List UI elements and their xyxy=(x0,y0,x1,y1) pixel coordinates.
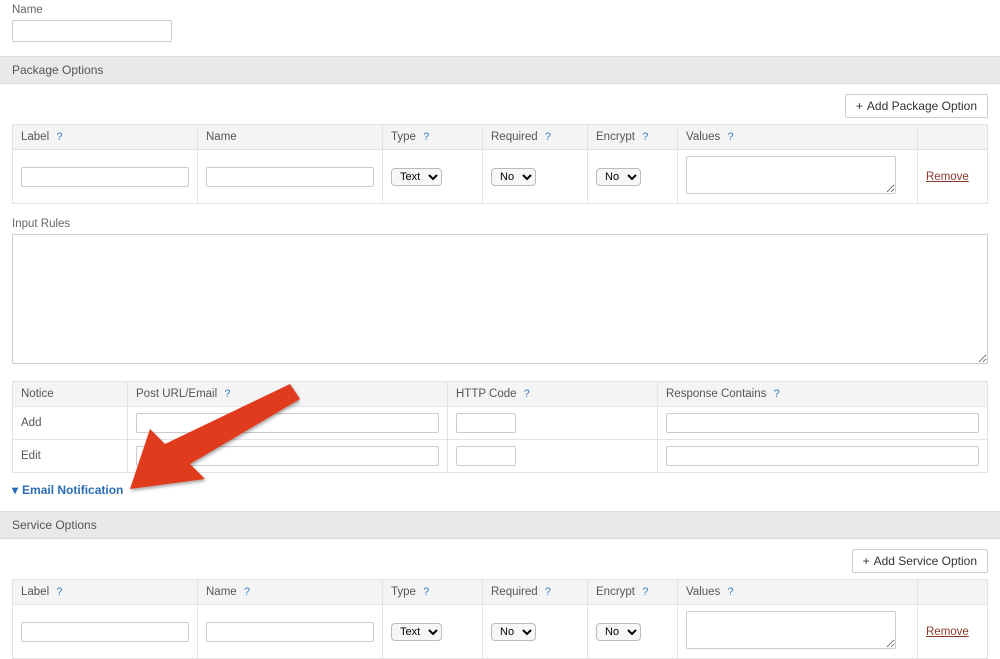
svc-encrypt-select[interactable]: No xyxy=(596,623,641,641)
table-header-row: Label ? Name Type ? Required ? Encrypt ?… xyxy=(13,125,988,150)
pkg-values-textarea[interactable] xyxy=(686,156,896,194)
col-name: Name xyxy=(206,131,237,143)
table-row: Text No No Remove xyxy=(13,150,988,204)
table-header-row: Label ? Name ? Type ? Required ? Encrypt… xyxy=(13,580,988,605)
col-values: Values xyxy=(686,586,720,598)
col-encrypt: Encrypt xyxy=(596,586,635,598)
help-icon[interactable]: ? xyxy=(224,388,230,400)
svc-type-select[interactable]: Text xyxy=(391,623,442,641)
col-http-code: HTTP Code xyxy=(456,388,517,400)
pkg-type-select[interactable]: Text xyxy=(391,168,442,186)
help-icon[interactable]: ? xyxy=(56,586,62,598)
service-options-header: Service Options xyxy=(0,511,1000,539)
add-package-option-label: Add Package Option xyxy=(867,99,977,113)
notice-add-label: Add xyxy=(13,407,128,440)
col-name: Name xyxy=(206,586,237,598)
notice-edit-label: Edit xyxy=(13,440,128,473)
caret-down-icon: ▾ xyxy=(12,483,18,497)
name-label: Name xyxy=(12,4,988,16)
help-icon[interactable]: ? xyxy=(423,586,429,598)
table-row: Add xyxy=(13,407,988,440)
add-service-option-button[interactable]: + Add Service Option xyxy=(852,549,988,573)
plus-icon: + xyxy=(863,554,870,568)
add-response-contains-input[interactable] xyxy=(666,413,979,433)
help-icon[interactable]: ? xyxy=(642,586,648,598)
col-notice: Notice xyxy=(21,388,54,400)
edit-http-code-input[interactable] xyxy=(456,446,516,466)
add-http-code-input[interactable] xyxy=(456,413,516,433)
pkg-name-input[interactable] xyxy=(206,167,374,187)
plus-icon: + xyxy=(856,99,863,113)
col-label: Label xyxy=(21,586,49,598)
pkg-remove-link[interactable]: Remove xyxy=(926,171,969,183)
help-icon[interactable]: ? xyxy=(728,131,734,143)
help-icon[interactable]: ? xyxy=(728,586,734,598)
col-response-contains: Response Contains xyxy=(666,388,766,400)
notice-table: Notice Post URL/Email ? HTTP Code ? Resp… xyxy=(12,381,988,473)
table-row: Edit xyxy=(13,440,988,473)
email-notification-label: Email Notification xyxy=(22,483,123,497)
pkg-required-select[interactable]: No xyxy=(491,168,536,186)
svc-remove-link[interactable]: Remove xyxy=(926,626,969,638)
col-values: Values xyxy=(686,131,720,143)
pkg-label-input[interactable] xyxy=(21,167,189,187)
help-icon[interactable]: ? xyxy=(545,586,551,598)
help-icon[interactable]: ? xyxy=(774,388,780,400)
table-header-row: Notice Post URL/Email ? HTTP Code ? Resp… xyxy=(13,382,988,407)
add-post-url-input[interactable] xyxy=(136,413,439,433)
help-icon[interactable]: ? xyxy=(423,131,429,143)
package-options-header: Package Options xyxy=(0,56,1000,84)
input-rules-label: Input Rules xyxy=(12,218,988,230)
package-options-table: Label ? Name Type ? Required ? Encrypt ?… xyxy=(12,124,988,204)
svc-label-input[interactable] xyxy=(21,622,189,642)
add-service-option-label: Add Service Option xyxy=(874,554,977,568)
add-package-option-button[interactable]: + Add Package Option xyxy=(845,94,988,118)
name-input[interactable] xyxy=(12,20,172,42)
col-type: Type xyxy=(391,131,416,143)
help-icon[interactable]: ? xyxy=(524,388,530,400)
edit-response-contains-input[interactable] xyxy=(666,446,979,466)
help-icon[interactable]: ? xyxy=(642,131,648,143)
help-icon[interactable]: ? xyxy=(545,131,551,143)
col-required: Required xyxy=(491,131,538,143)
svc-name-input[interactable] xyxy=(206,622,374,642)
col-label: Label xyxy=(21,131,49,143)
col-encrypt: Encrypt xyxy=(596,131,635,143)
help-icon[interactable]: ? xyxy=(56,131,62,143)
svc-required-select[interactable]: No xyxy=(491,623,536,641)
pkg-encrypt-select[interactable]: No xyxy=(596,168,641,186)
email-notification-toggle[interactable]: ▾ Email Notification xyxy=(12,483,123,497)
col-type: Type xyxy=(391,586,416,598)
service-options-table: Label ? Name ? Type ? Required ? Encrypt… xyxy=(12,579,988,659)
input-rules-textarea[interactable] xyxy=(12,234,988,364)
help-icon[interactable]: ? xyxy=(244,586,250,598)
col-required: Required xyxy=(491,586,538,598)
table-row: Text No No Remove xyxy=(13,605,988,659)
edit-post-url-input[interactable] xyxy=(136,446,439,466)
svc-values-textarea[interactable] xyxy=(686,611,896,649)
col-post-url-email: Post URL/Email xyxy=(136,388,217,400)
